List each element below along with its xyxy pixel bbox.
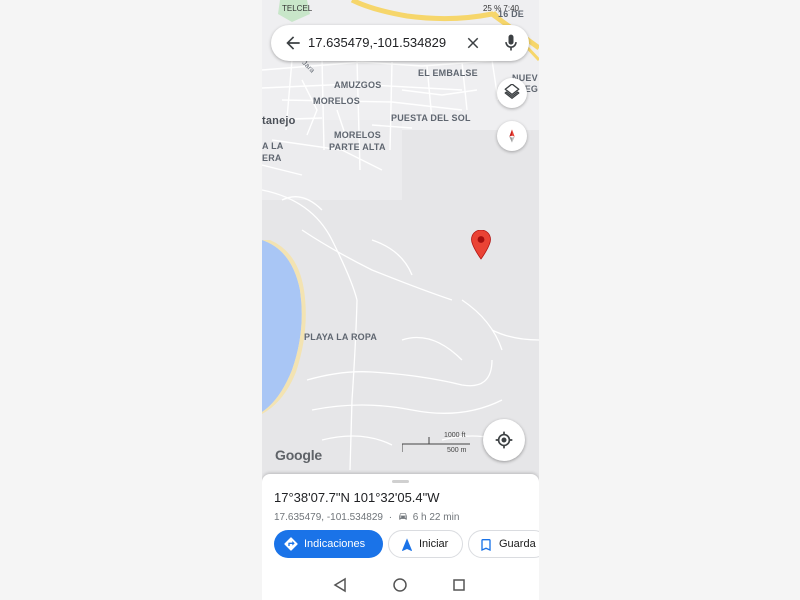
layers-icon (504, 84, 520, 99)
decimal-coordinates: 17.635479, -101.534829 (274, 512, 383, 523)
close-icon[interactable] (464, 34, 482, 52)
layers-button[interactable] (497, 78, 527, 108)
map-label-16-de: 16 DE (498, 9, 525, 19)
compass-button[interactable] (497, 121, 527, 151)
search-query[interactable]: 17.635479,-101.534829 (308, 35, 446, 50)
nav-recents-icon[interactable] (453, 579, 465, 591)
map-roads (262, 0, 539, 471)
map-label-morelos-parte-alta-2: PARTE ALTA (329, 142, 386, 152)
map-label-la-era-1: A LA (262, 141, 284, 151)
directions-label: Indicaciones (304, 538, 366, 550)
directions-icon (284, 537, 298, 551)
separator: · (388, 512, 393, 523)
scale-bar (402, 437, 470, 452)
google-logo: Google (275, 447, 322, 463)
map-label-morelos: MORELOS (313, 96, 360, 106)
start-label: Iniciar (419, 538, 449, 550)
navigation-arrow-icon (402, 538, 412, 551)
crosshair-icon (495, 431, 513, 449)
place-title: 17°38'07.7"N 101°32'05.4"W (274, 490, 440, 505)
place-sheet[interactable]: 17°38'07.7"N 101°32'05.4"W 17.635479, -1… (262, 474, 539, 600)
microphone-icon[interactable] (501, 33, 521, 53)
location-pin-icon[interactable] (471, 230, 491, 260)
car-icon (399, 513, 407, 520)
map-view[interactable]: TELCEL 25 % 7:40 16 DE NUEV NEG de Jara … (262, 0, 539, 474)
directions-button[interactable]: Indicaciones (274, 530, 383, 558)
sheet-grabber[interactable] (392, 480, 409, 483)
map-label-amuzgos: AMUZGOS (334, 80, 382, 90)
save-button[interactable]: Guarda (468, 530, 539, 558)
map-label-la-era-2: ERA (262, 153, 282, 163)
nav-back-icon[interactable] (333, 577, 346, 593)
map-scale: 1000 ft 500 m (402, 432, 474, 458)
place-subtitle: 17.635479, -101.534829 · 6 h 22 min (274, 511, 459, 523)
map-label-morelos-parte-alta-1: MORELOS (334, 130, 381, 140)
carrier-name: TELCEL (282, 4, 313, 13)
search-bar[interactable]: 17.635479,-101.534829 (271, 25, 529, 61)
google-logo-text: Google (275, 447, 323, 463)
save-label: Guarda (499, 538, 536, 550)
my-location-button[interactable] (483, 419, 525, 461)
map-label-playa-la-ropa: PLAYA LA ROPA (304, 332, 378, 342)
map-label-zihuatanejo: tanejo (262, 115, 296, 127)
phone-screen: TELCEL 25 % 7:40 16 DE NUEV NEG de Jara … (262, 0, 539, 600)
compass-icon (509, 129, 515, 143)
start-button[interactable]: Iniciar (388, 530, 463, 558)
map-label-puesta-del-sol: PUESTA DEL SOL (391, 113, 471, 123)
back-arrow-icon[interactable] (283, 33, 303, 53)
drive-time: 6 h 22 min (412, 512, 460, 523)
nav-home-icon[interactable] (393, 578, 407, 592)
bookmark-icon (481, 539, 491, 551)
android-nav-bar (262, 570, 539, 600)
map-label-el-embalse: EL EMBALSE (418, 68, 478, 78)
